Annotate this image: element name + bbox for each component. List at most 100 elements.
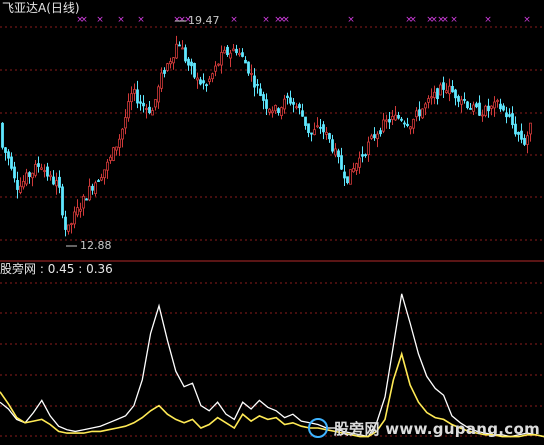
candle-body [46, 166, 49, 177]
candle [166, 62, 169, 72]
candle [268, 108, 271, 116]
candle-body [235, 48, 238, 54]
candle-body [151, 110, 154, 116]
candle [220, 45, 223, 74]
candle [151, 107, 154, 116]
candle-body [241, 52, 244, 57]
candle-body [256, 84, 259, 86]
candle [376, 131, 379, 148]
candle-body [409, 126, 412, 130]
candle [1, 122, 4, 150]
candle [427, 95, 430, 109]
signal-marker: × [230, 15, 238, 25]
candle [169, 57, 172, 69]
indicator-line-white [0, 293, 544, 438]
candle [244, 56, 247, 64]
candle-body [169, 61, 172, 65]
candle [277, 107, 280, 116]
candle-body [490, 105, 493, 109]
stock-chart[interactable]: ×× × × × ××× × × ××× × ×× ×× ×× × × × [0, 0, 544, 445]
candle-body [124, 117, 127, 129]
candle [304, 116, 307, 130]
candle-body [268, 108, 271, 113]
candle [409, 125, 412, 135]
candle-body [148, 106, 151, 114]
candle [49, 171, 52, 181]
candle-body [466, 101, 469, 109]
candle-body [355, 163, 358, 171]
candle-body [238, 52, 241, 56]
candle-body [154, 99, 157, 108]
candle [58, 170, 61, 194]
candle-body [205, 84, 208, 87]
candle-body [373, 134, 376, 139]
candle-body [382, 119, 385, 132]
candle [484, 104, 487, 118]
candle [490, 105, 493, 116]
candle-body [388, 119, 391, 123]
candle-body [262, 94, 265, 101]
candle-body [175, 43, 178, 59]
candle-body [184, 47, 187, 62]
candle-body [472, 104, 475, 112]
candle-body [322, 124, 325, 133]
candle [79, 202, 82, 218]
signal-marker: × [282, 15, 290, 25]
candle-body [475, 103, 478, 108]
candle-body [496, 100, 499, 102]
candle [172, 57, 175, 70]
candle-body [58, 176, 61, 188]
candle [433, 85, 436, 105]
watermark: 股旁网 www.gupang.com [307, 417, 540, 439]
candle-body [370, 135, 373, 139]
candle-body [385, 119, 388, 122]
candle-body [292, 101, 295, 105]
candle-body [193, 62, 196, 78]
candle-body [427, 98, 430, 103]
candle-body [430, 96, 433, 99]
candle [97, 179, 100, 182]
candle-body [529, 122, 532, 135]
candle-body [379, 130, 382, 135]
candle-body [145, 108, 148, 110]
candle [418, 101, 421, 121]
indicator-name: 股旁网 [0, 262, 37, 276]
candle [352, 162, 355, 173]
high-price-label: 19.47 [188, 14, 220, 27]
candle [100, 173, 103, 182]
candle-body [115, 146, 118, 151]
candle-body [181, 47, 184, 50]
candle-body [139, 101, 142, 104]
candle [118, 134, 121, 156]
candle [187, 57, 190, 71]
candle-body [412, 118, 415, 129]
candle [199, 76, 202, 86]
signal-marker: × [409, 15, 417, 25]
candle-body [328, 133, 331, 140]
candle [178, 41, 181, 47]
candle [175, 35, 178, 59]
candle [430, 88, 433, 105]
candle [283, 94, 286, 114]
candle-body [211, 73, 214, 80]
candle-body [511, 113, 514, 126]
candle [496, 98, 499, 108]
signal-marker: × [117, 15, 125, 25]
candle-body [118, 138, 121, 148]
candle [391, 110, 394, 125]
candle-body [34, 163, 37, 176]
candle [343, 165, 346, 187]
candle-body [376, 133, 379, 140]
candle-body [526, 135, 529, 145]
candle [280, 106, 283, 120]
candle-body [505, 112, 508, 118]
candle-body [280, 107, 283, 116]
candle-body [142, 102, 145, 107]
signal-marker: × [484, 15, 492, 25]
candle [328, 132, 331, 143]
candle-body [40, 167, 43, 170]
candle [313, 122, 316, 136]
candle-body [97, 180, 100, 182]
candle-body [283, 98, 286, 110]
candle-body [352, 168, 355, 173]
